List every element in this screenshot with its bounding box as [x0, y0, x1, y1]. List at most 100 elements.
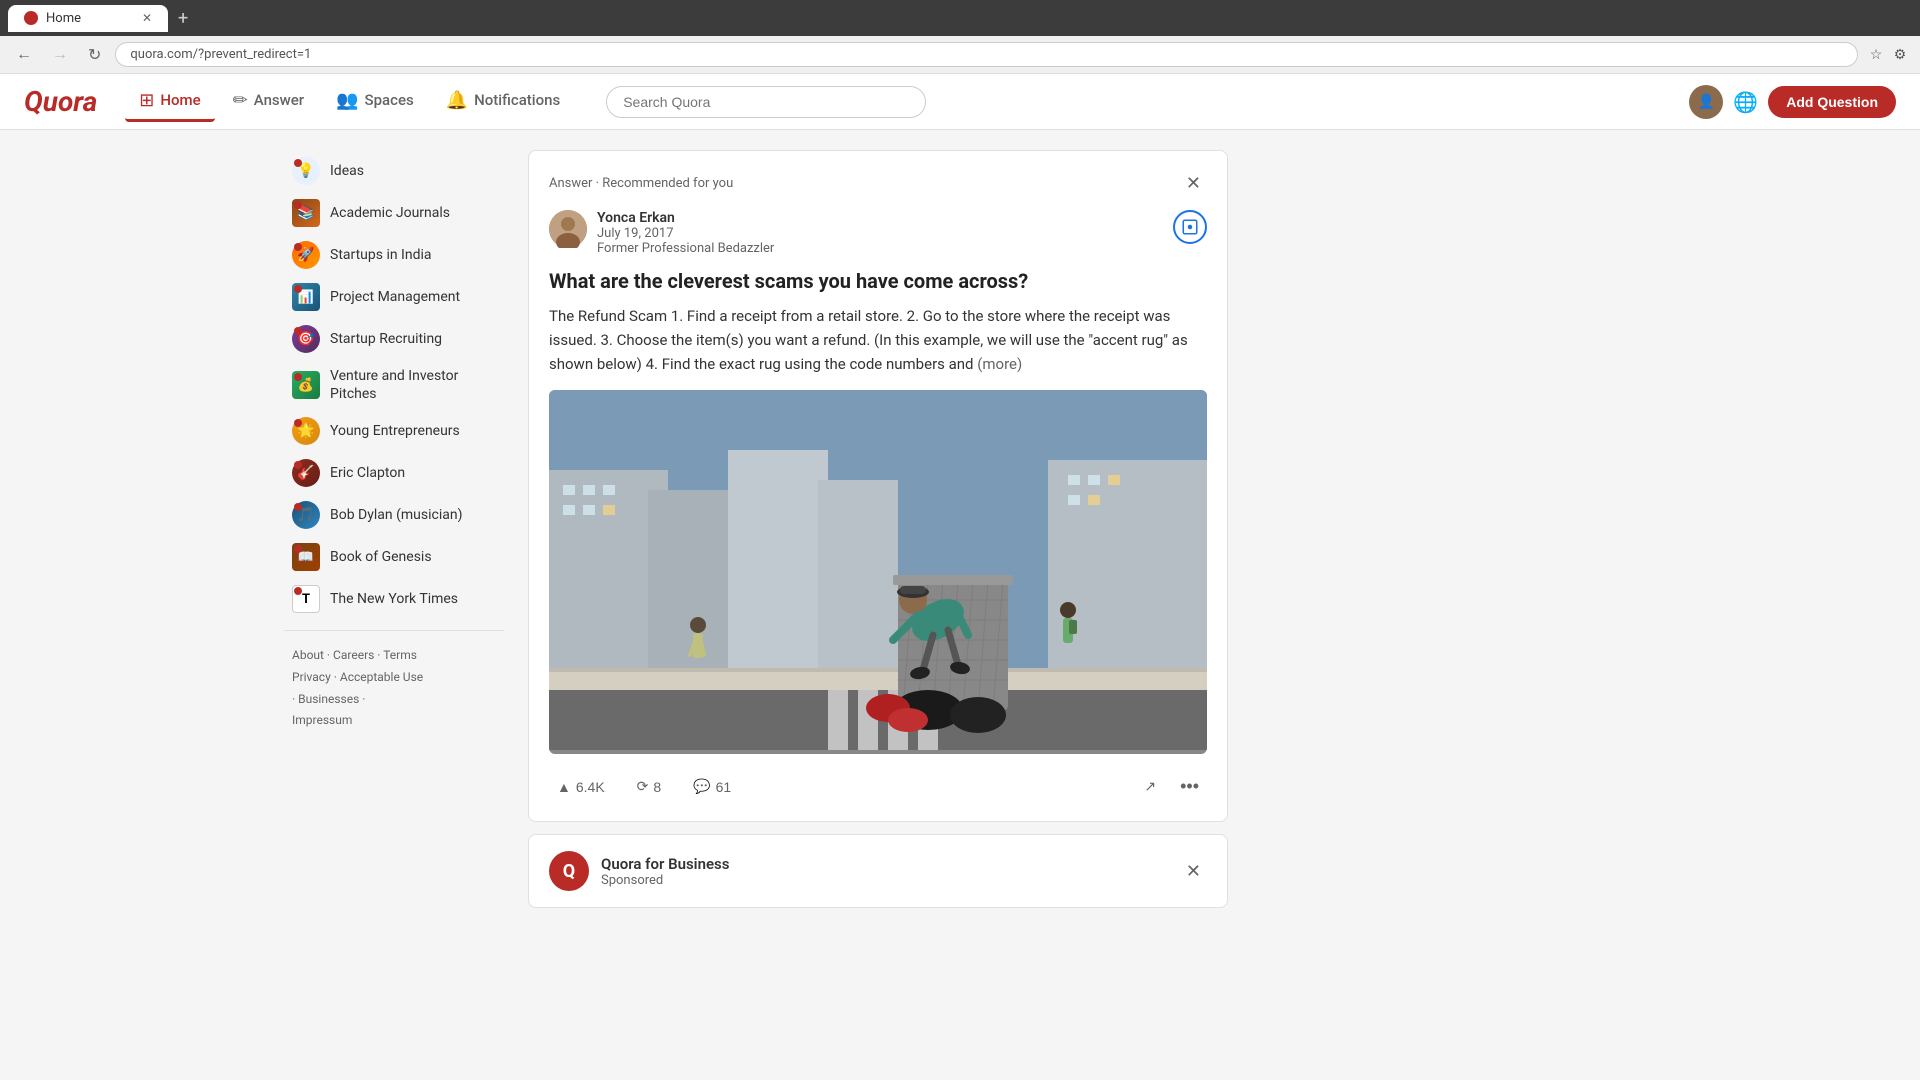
eric-clapton-icon-wrapper: 🎸 — [292, 459, 320, 487]
sidebar-label-bob-dylan: Bob Dylan (musician) — [330, 506, 462, 524]
answer-text: The Refund Scam 1. Find a receipt from a… — [549, 304, 1207, 376]
sidebar-label-eric-clapton: Eric Clapton — [330, 464, 405, 482]
user-avatar[interactable]: 👤 — [1689, 85, 1723, 119]
sidebar-item-ideas[interactable]: 💡 Ideas — [284, 150, 504, 192]
business-logo: Q — [549, 851, 589, 891]
language-icon[interactable]: 🌐 — [1733, 90, 1758, 114]
question-title[interactable]: What are the cleverest scams you have co… — [549, 268, 1207, 294]
sidebar-item-bob-dylan[interactable]: 🎵 Bob Dylan (musician) — [284, 494, 504, 536]
sidebar-label-startup-recruiting: Startup Recruiting — [330, 330, 442, 348]
refresh-button[interactable]: ↻ — [82, 41, 107, 69]
academic-journals-dot — [294, 201, 302, 209]
action-bar: ▲ 6.4K ⟳ 8 💬 61 ↗ ••• — [549, 768, 1207, 801]
new-york-times-icon-wrapper: T — [292, 585, 320, 613]
extension-icon[interactable]: ⚙ — [1890, 45, 1910, 65]
sidebar-item-young-entrepreneurs[interactable]: 🌟 Young Entrepreneurs — [284, 410, 504, 452]
search-container — [606, 86, 926, 118]
bookmark-icon[interactable]: ☆ — [1866, 45, 1886, 65]
upvote-button[interactable]: ▲ 6.4K — [549, 775, 613, 799]
sidebar-item-venture-investor[interactable]: 💰 Venture and Investor Pitches — [284, 360, 504, 410]
card-close-button[interactable]: ✕ — [1180, 171, 1207, 196]
sidebar-item-book-of-genesis[interactable]: 📖 Book of Genesis — [284, 536, 504, 578]
comment-icon: 💬 — [693, 778, 710, 795]
nav-answer[interactable]: ✏ Answer — [219, 82, 318, 122]
action-spacer: ↗ ••• — [1136, 772, 1207, 801]
new-tab-button[interactable]: + — [172, 6, 194, 31]
business-card: Q Quora for Business Sponsored ✕ — [528, 834, 1228, 908]
author-action-button[interactable] — [1173, 210, 1207, 244]
forward-button[interactable]: → — [46, 42, 74, 68]
upvote-count: 6.4K — [576, 779, 605, 795]
answer-image — [549, 390, 1207, 754]
footer-link-acceptable-use[interactable]: Acceptable Use — [340, 670, 423, 684]
project-management-icon-wrapper: 📊 — [292, 283, 320, 311]
reshare-count: 8 — [653, 779, 661, 795]
browser-chrome: Home ✕ + — [0, 0, 1920, 36]
bob-dylan-icon-wrapper: 🎵 — [292, 501, 320, 529]
startup-recruiting-dot — [294, 327, 302, 335]
quora-header: Quora ⊞ Home ✏ Answer 👥 Spaces 🔔 Notific… — [0, 74, 1920, 130]
url-bar[interactable]: quora.com/?prevent_redirect=1 — [115, 42, 1858, 67]
footer-link-about[interactable]: About — [292, 648, 324, 662]
sidebar-item-startups-india[interactable]: 🚀 Startups in India — [284, 234, 504, 276]
sidebar-label-venture-investor: Venture and Investor Pitches — [330, 367, 496, 403]
ellipsis-icon: ••• — [1180, 776, 1199, 797]
nav-spaces-label: Spaces — [365, 91, 414, 109]
footer-link-privacy[interactable]: Privacy — [292, 670, 331, 684]
sidebar: 💡 Ideas 📚 Academic Journals 🚀 Startups i… — [284, 150, 504, 908]
startups-india-dot — [294, 243, 302, 251]
sidebar-label-new-york-times: The New York Times — [330, 590, 458, 608]
url-text: quora.com/?prevent_redirect=1 — [130, 47, 311, 62]
footer-link-terms[interactable]: Terms — [383, 648, 417, 662]
nav-home-label: Home — [160, 91, 200, 109]
search-input[interactable] — [606, 86, 926, 118]
nav-notifications-label: Notifications — [474, 91, 560, 109]
browser-tab-active[interactable]: Home ✕ — [8, 5, 168, 32]
sidebar-item-startup-recruiting[interactable]: 🎯 Startup Recruiting — [284, 318, 504, 360]
comment-count: 61 — [716, 779, 732, 795]
sidebar-item-eric-clapton[interactable]: 🎸 Eric Clapton — [284, 452, 504, 494]
nav-home[interactable]: ⊞ Home — [125, 82, 214, 122]
author-name[interactable]: Yonca Erkan — [597, 210, 1163, 226]
sidebar-item-project-management[interactable]: 📊 Project Management — [284, 276, 504, 318]
share-icon: ↗ — [1144, 778, 1156, 795]
business-card-close-button[interactable]: ✕ — [1180, 859, 1207, 884]
business-info: Quora for Business Sponsored — [601, 855, 1168, 888]
quora-logo[interactable]: Quora — [24, 85, 97, 118]
author-info: Yonca Erkan July 19, 2017 Former Profess… — [597, 210, 1163, 256]
card-header: Answer · Recommended for you ✕ — [549, 171, 1207, 196]
academic-journals-icon-wrapper: 📚 — [292, 199, 320, 227]
nav-answer-label: Answer — [254, 91, 304, 109]
footer-link-businesses[interactable]: Businesses — [298, 692, 359, 706]
more-actions-button[interactable]: ••• — [1172, 772, 1207, 801]
sidebar-item-academic-journals[interactable]: 📚 Academic Journals — [284, 192, 504, 234]
author-date: July 19, 2017 — [597, 226, 1163, 241]
add-question-button[interactable]: Add Question — [1768, 86, 1896, 118]
main-nav: ⊞ Home ✏ Answer 👥 Spaces 🔔 Notifications — [125, 82, 574, 122]
young-entrepreneurs-icon-wrapper: 🌟 — [292, 417, 320, 445]
author-row: Yonca Erkan July 19, 2017 Former Profess… — [549, 210, 1207, 256]
answer-text-content: The Refund Scam 1. Find a receipt from a… — [549, 307, 1188, 373]
reshare-button[interactable]: ⟳ 8 — [629, 774, 670, 799]
back-button[interactable]: ← — [10, 42, 38, 68]
nav-notifications[interactable]: 🔔 Notifications — [432, 82, 574, 122]
more-link[interactable]: (more) — [977, 355, 1022, 373]
tab-title: Home — [46, 11, 81, 26]
nav-spaces[interactable]: 👥 Spaces — [322, 82, 428, 122]
browser-tabs: Home ✕ + — [8, 5, 194, 32]
footer-link-careers[interactable]: Careers — [333, 648, 374, 662]
sidebar-footer: About · Careers · Terms Privacy · Accept… — [284, 641, 504, 735]
card-label: Answer · Recommended for you — [549, 176, 733, 191]
startups-india-icon-wrapper: 🚀 — [292, 241, 320, 269]
sidebar-item-new-york-times[interactable]: T The New York Times — [284, 578, 504, 620]
tab-close-btn[interactable]: ✕ — [142, 11, 152, 25]
browser-toolbar-icons: ☆ ⚙ — [1866, 45, 1910, 65]
sidebar-label-ideas: Ideas — [330, 162, 364, 180]
project-management-dot — [294, 285, 302, 293]
sidebar-label-startups-india: Startups in India — [330, 246, 432, 264]
business-name[interactable]: Quora for Business — [601, 855, 1168, 873]
answer-card: Answer · Recommended for you ✕ Yonca Erk… — [528, 150, 1228, 822]
share-button[interactable]: ↗ — [1136, 772, 1164, 801]
footer-link-impressum[interactable]: Impressum — [292, 713, 352, 727]
comment-button[interactable]: 💬 61 — [685, 774, 739, 799]
